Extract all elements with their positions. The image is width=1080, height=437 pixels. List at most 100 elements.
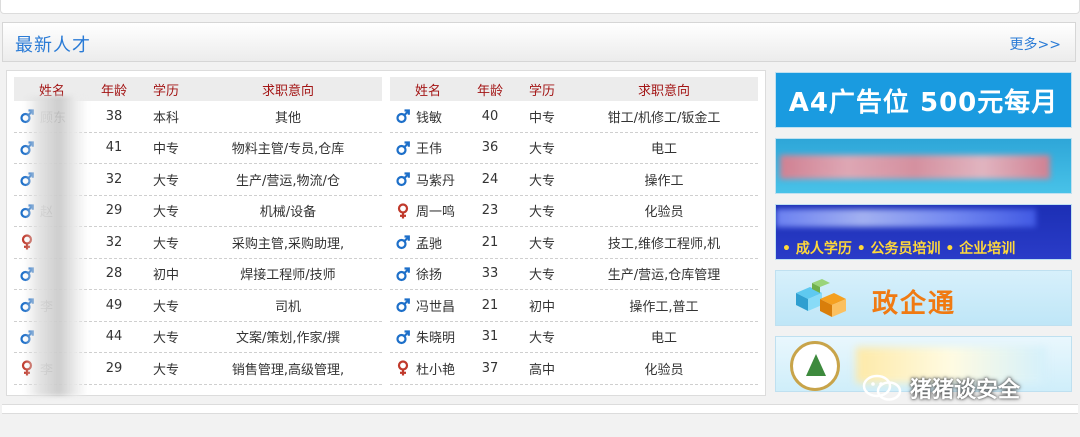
ad-banner-zhengqitong[interactable]: 政企通 xyxy=(775,270,1072,326)
more-link[interactable]: 更多>> xyxy=(1010,34,1061,54)
table-row[interactable]: 王伟 36 大专 电工 xyxy=(390,133,758,164)
table-row[interactable]: 周一鸣 23 大专 化验员 xyxy=(390,196,758,227)
cell-age: 44 xyxy=(105,329,123,345)
cell-age: 23 xyxy=(481,203,499,219)
cell-name[interactable]: 杜小艳 xyxy=(390,359,466,378)
cell-name[interactable]: 徐扬 xyxy=(390,264,466,283)
male-icon xyxy=(396,109,410,124)
cell-edu: 大专 xyxy=(152,236,179,252)
cell-edu: 大专 xyxy=(528,173,555,189)
cell-age: 24 xyxy=(481,171,499,187)
talent-column-right: 姓名 年龄 学历 求职意向 钱敏 40 中专 钳工/机修工/钣金工 王伟 36 大专 电工 马紫… xyxy=(390,77,758,385)
cell-edu: 大专 xyxy=(528,205,555,221)
cell-edu: 大专 xyxy=(528,331,555,347)
cell-age: 29 xyxy=(105,360,123,376)
male-icon xyxy=(396,267,410,281)
watermark: 猪猪谈安全 xyxy=(862,372,1020,404)
cell-edu: 高中 xyxy=(528,362,555,378)
cell-edu: 大专 xyxy=(152,362,179,378)
cell-age: 32 xyxy=(105,234,123,250)
header-age: 年龄 xyxy=(100,83,127,99)
cell-edu: 初中 xyxy=(528,299,555,315)
cell-age: 49 xyxy=(105,297,123,313)
header-edu: 学历 xyxy=(152,83,179,99)
male-icon xyxy=(396,330,410,344)
cell-job: 电工 xyxy=(650,331,677,347)
table-row[interactable]: 杜小艳 37 高中 化验员 xyxy=(390,353,758,385)
cell-name[interactable]: 孟驰 xyxy=(390,233,466,252)
cubes-icon xyxy=(796,279,846,317)
female-icon xyxy=(397,203,409,219)
section-header: 最新人才 更多>> xyxy=(2,22,1076,62)
table-row[interactable]: 朱晓明 31 大专 电工 xyxy=(390,322,758,353)
cell-job: 生产/营运,仓库管理 xyxy=(607,268,721,284)
cell-age: 36 xyxy=(481,140,499,156)
table-row[interactable]: 马紫丹 24 大专 操作工 xyxy=(390,164,758,196)
candidate-name[interactable]: 王伟 xyxy=(416,138,442,157)
cell-job: 销售管理,高级管理, xyxy=(231,362,345,378)
candidate-name[interactable]: 杜小艳 xyxy=(416,359,455,378)
female-icon xyxy=(397,360,409,376)
cell-edu: 本科 xyxy=(152,110,179,126)
cell-name[interactable]: 马紫丹 xyxy=(390,170,466,189)
header-job: 求职意向 xyxy=(261,83,314,99)
cell-edu: 大专 xyxy=(152,299,179,315)
cell-job: 其他 xyxy=(274,110,301,126)
watermark-text: 猪猪谈安全 xyxy=(910,378,1021,403)
cell-edu: 大专 xyxy=(528,236,555,252)
ad-banner-a4[interactable]: A4广告位 500元每月 xyxy=(775,72,1072,128)
cell-job: 物料主管/专员,仓库 xyxy=(231,142,345,158)
cell-edu: 大专 xyxy=(528,142,555,158)
header-age: 年龄 xyxy=(476,83,503,99)
cell-edu: 中专 xyxy=(528,110,555,126)
table-body: 钱敏 40 中专 钳工/机修工/钣金工 王伟 36 大专 电工 马紫丹 24 大专 操作工 周一鸣 23 大… xyxy=(390,101,758,385)
cell-job: 化验员 xyxy=(644,362,684,378)
male-icon xyxy=(396,141,410,155)
table-row[interactable]: 孟驰 21 大专 技工,维修工程师,机 xyxy=(390,227,758,259)
cell-age: 32 xyxy=(105,171,123,187)
table-row[interactable]: 徐扬 33 大专 生产/营运,仓库管理 xyxy=(390,259,758,290)
cell-job: 化验员 xyxy=(644,205,684,221)
cell-name[interactable]: 钱敏 xyxy=(390,107,466,126)
ad-banner-training[interactable]: • 成人学历 • 公务员培训 • 企业培训 xyxy=(775,204,1072,260)
ad-banner-blurred[interactable] xyxy=(775,138,1072,194)
cell-job: 钳工/机修工/钣金工 xyxy=(607,110,721,126)
candidate-name[interactable]: 孟驰 xyxy=(416,233,442,252)
table-row[interactable]: 冯世昌 21 初中 操作工,普工 xyxy=(390,290,758,322)
candidate-name[interactable]: 钱敏 xyxy=(416,107,442,126)
candidate-name[interactable]: 朱晓明 xyxy=(416,327,455,346)
bottom-panel xyxy=(2,404,1078,414)
blurred-ad-title xyxy=(776,209,1036,227)
ad-banner-a4-text: A4广告位 500元每月 xyxy=(788,87,1059,118)
candidate-name[interactable]: 马紫丹 xyxy=(416,170,455,189)
cell-job: 司机 xyxy=(274,299,301,315)
cell-edu: 大专 xyxy=(152,205,179,221)
table-row[interactable]: 钱敏 40 中专 钳工/机修工/钣金工 xyxy=(390,101,758,133)
cell-age: 38 xyxy=(105,108,123,124)
cell-name[interactable]: 周一鸣 xyxy=(390,201,466,220)
male-icon xyxy=(396,235,410,250)
cell-age: 41 xyxy=(105,140,123,156)
cell-job: 操作工,普工 xyxy=(629,299,699,315)
cell-name[interactable]: 朱晓明 xyxy=(390,327,466,346)
cell-job: 技工,维修工程师,机 xyxy=(607,236,721,252)
ad-column: A4广告位 500元每月 • 成人学历 • 公务员培训 • 企业培训 政企通 xyxy=(775,72,1072,402)
cell-edu: 初中 xyxy=(152,268,179,284)
cell-name[interactable]: 冯世昌 xyxy=(390,296,466,315)
cell-age: 40 xyxy=(481,108,499,124)
cell-edu: 中专 xyxy=(152,142,179,158)
cell-age: 33 xyxy=(481,266,499,282)
cell-job: 生产/营运,物流/仓 xyxy=(236,173,340,189)
cell-job: 机械/设备 xyxy=(259,205,317,221)
cell-job: 文案/策划,作家/撰 xyxy=(236,331,340,347)
candidate-name[interactable]: 徐扬 xyxy=(416,264,442,283)
cell-age: 31 xyxy=(481,329,499,345)
ad-training-text: • 成人学历 • 公务员培训 • 企业培训 xyxy=(782,241,1016,257)
cell-name[interactable]: 王伟 xyxy=(390,138,466,157)
candidate-name[interactable]: 冯世昌 xyxy=(416,296,455,315)
header-name: 姓名 xyxy=(414,83,441,99)
emblem-logo xyxy=(790,341,840,391)
candidate-name[interactable]: 周一鸣 xyxy=(416,201,455,220)
header-edu: 学历 xyxy=(528,83,555,99)
cell-age: 21 xyxy=(481,234,499,250)
